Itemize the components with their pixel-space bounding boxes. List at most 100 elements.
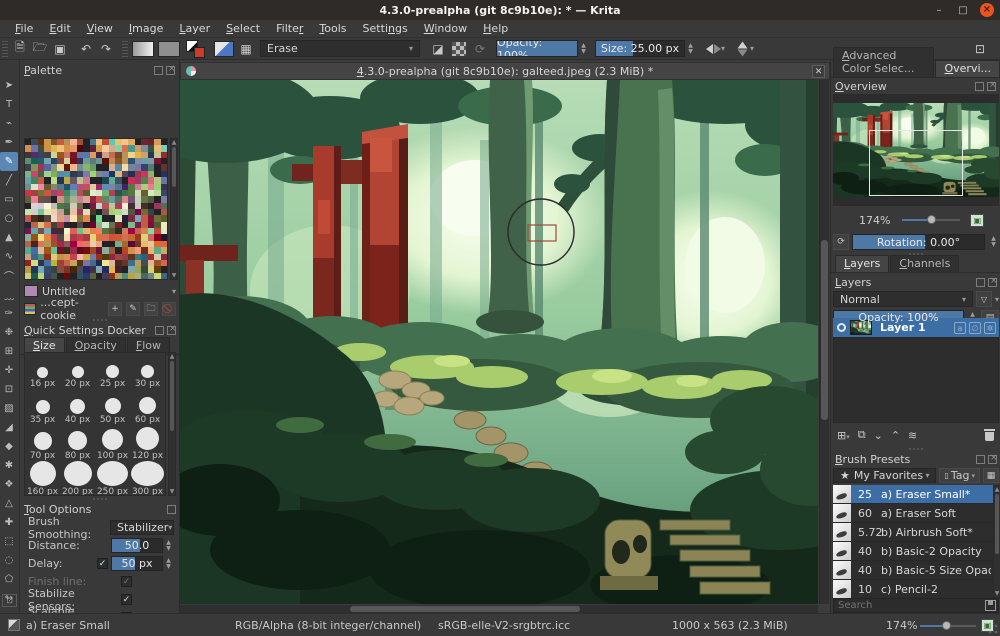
close-docker-icon[interactable] [988, 453, 998, 464]
palette-docker-title[interactable]: Palette [20, 62, 179, 78]
layer-list-empty-area[interactable] [833, 337, 999, 423]
mirror-horizontal-icon[interactable] [706, 43, 721, 54]
fg-bg-colors[interactable] [185, 39, 209, 58]
brush-size-preset-200[interactable]: 200 px [60, 461, 95, 495]
preset-row[interactable]: 25 a) Eraser Small* [833, 485, 993, 504]
preset-row[interactable]: 10 c) Pencil-2 [833, 580, 993, 598]
canvas-vertical-scrollbar[interactable] [819, 80, 829, 604]
delete-palette-button[interactable]: ⃠ [162, 302, 176, 316]
distance-slider[interactable]: 50.0 [111, 538, 163, 553]
float-docker-icon[interactable] [167, 504, 176, 514]
gradient-swatch[interactable] [132, 40, 154, 57]
tool-ellipse[interactable]: ○ [0, 209, 18, 228]
float-docker-icon[interactable] [976, 454, 985, 464]
canvas[interactable] [180, 80, 818, 604]
tool-assistants[interactable]: ✚ [0, 513, 18, 532]
layer-visibility-icon[interactable] [837, 323, 846, 332]
add-layer-button[interactable]: ⊞▾ [837, 429, 850, 442]
layer-lock-icon[interactable]: ✲ [984, 321, 996, 334]
stabilize-sensors-checkbox[interactable]: ✓ [121, 594, 132, 605]
tool-gradient[interactable]: ▨ [0, 399, 18, 418]
maximize-button[interactable]: □ [956, 5, 970, 16]
tool-edit-shapes[interactable]: ⌁ [0, 114, 18, 133]
preset-row[interactable]: 5.72 b) Airbrush Soft* [833, 523, 993, 542]
tool-calligraphy[interactable]: ✒ [0, 133, 18, 152]
close-docker-icon[interactable] [167, 324, 177, 335]
undo-icon[interactable]: ↶ [76, 40, 96, 58]
tool-line[interactable]: ╱ [0, 171, 18, 190]
tool-dynamic-brush[interactable]: ✑ [0, 304, 18, 323]
palette-swatch-grid[interactable] [24, 138, 168, 280]
float-docker-icon[interactable] [975, 81, 984, 91]
close-docker-icon[interactable] [166, 64, 176, 75]
brush-size-preset-30[interactable]: 30 px [130, 353, 165, 389]
brush-size-preset-20[interactable]: 20 px [60, 353, 95, 389]
rotate-canvas-icon[interactable]: ⟳ [833, 234, 849, 250]
tool-polyline[interactable]: ∿ [0, 247, 18, 266]
palette-dropdown-icon[interactable]: ▾ [172, 287, 176, 296]
layer-filter-icon[interactable]: ▽ [975, 291, 992, 307]
tool-colorize-mask[interactable]: ✱ [0, 456, 18, 475]
statusbar-zoom-slider[interactable] [920, 621, 976, 630]
close-docker-icon[interactable] [987, 80, 997, 91]
float-docker-icon[interactable] [155, 325, 164, 335]
brush-size-preset-120[interactable]: 120 px [130, 425, 165, 461]
workspace-chooser-icon[interactable]: ▦ [236, 40, 256, 58]
document-close-button[interactable]: ✕ [812, 65, 825, 78]
brush-size-preset-70[interactable]: 70 px [25, 425, 60, 461]
menu-image[interactable]: Image [122, 21, 170, 36]
menu-filter[interactable]: Filter [269, 21, 310, 36]
menu-file[interactable]: File [8, 21, 40, 36]
new-document-icon[interactable]: 🗎 [10, 40, 30, 58]
size-slider[interactable]: Size: 25.00 px [595, 40, 685, 57]
preset-search-input[interactable] [834, 600, 985, 611]
tab-advanced-color-selector[interactable]: Advanced Color Selec... [833, 47, 935, 77]
window-resize-grip[interactable] [987, 623, 999, 635]
brush-smoothing-combo[interactable]: Stabilizer ▾ [110, 520, 174, 535]
add-palette-button[interactable]: + [108, 302, 122, 316]
tool-smart-patch[interactable]: ❖ [0, 475, 18, 494]
canvas-only-button[interactable]: ⊡ [2, 594, 17, 607]
tool-rectangular-select[interactable]: ⬚ [0, 532, 18, 551]
opacity-spinner[interactable]: ▲ ▼ [578, 40, 589, 57]
layer-filter-dropdown[interactable]: ▾ [995, 295, 999, 304]
canvas-horizontal-scrollbar[interactable] [180, 605, 818, 613]
brush-size-preset-300[interactable]: 300 px [130, 461, 165, 495]
delay-checkbox[interactable]: ✓ [97, 558, 108, 569]
distance-spinner[interactable]: ▲ ▼ [163, 537, 174, 554]
eraser-mode-icon[interactable]: ◪ [428, 40, 448, 58]
tool-measure[interactable]: △ [0, 494, 18, 513]
overview-docker-title[interactable]: Overview [831, 78, 1000, 94]
blend-mode-combo[interactable]: Normal ▾ [833, 291, 973, 307]
preset-row[interactable]: 40 b) Basic-5 Size Opacity [833, 561, 993, 580]
preset-row[interactable]: 40 b) Basic-2 Opacity [833, 542, 993, 561]
tool-polygonal-select[interactable]: ⬠ [0, 570, 18, 589]
preset-list-scrollbar[interactable]: ▲ ▼ [993, 485, 1000, 598]
menu-layer[interactable]: Layer [172, 21, 217, 36]
toolbar-grip2[interactable] [122, 40, 128, 57]
tool-multibrush[interactable]: ❉ [0, 323, 18, 342]
fit-to-view-icon[interactable]: ▣ [970, 213, 985, 227]
preset-row[interactable]: 60 a) Eraser Soft [833, 504, 993, 523]
tag-filter-combo[interactable]: ★ My Favorites ▾ [833, 468, 937, 483]
brush-presets-docker-title[interactable]: Brush Presets [831, 451, 1000, 467]
brush-editor-icon[interactable] [214, 40, 234, 57]
show-canvas-only-icon[interactable]: ⊡ [970, 40, 990, 58]
tool-color-sampler[interactable]: ◢ [0, 418, 18, 437]
delay-spinner[interactable]: ▲ ▼ [163, 555, 174, 572]
delete-layer-button[interactable] [984, 429, 995, 441]
size-grid-scrollbar[interactable]: ▲ ▼ [168, 352, 176, 496]
toolbar-grip[interactable] [2, 40, 8, 57]
redo-icon[interactable]: ↷ [96, 40, 116, 58]
brush-size-preset-250[interactable]: 250 px [95, 461, 130, 495]
float-docker-icon[interactable] [154, 65, 163, 75]
tool-elliptical-select[interactable]: ◌ [0, 551, 18, 570]
close-button[interactable]: × [980, 3, 994, 17]
quick-settings-docker-title[interactable]: Quick Settings Docker [20, 322, 180, 338]
tag-button[interactable]: ▯ Tag ▾ [939, 468, 980, 483]
tab-overview[interactable]: Overvi... [935, 60, 1000, 77]
brush-size-preset-60[interactable]: 60 px [130, 389, 165, 425]
brush-preset-combo[interactable]: Erase ▾ [260, 40, 420, 57]
document-titlebar[interactable]: 4.3.0-prealpha (git 8c9b10e): galteed.jp… [180, 62, 830, 80]
mirror-vertical-icon[interactable] [737, 41, 748, 56]
